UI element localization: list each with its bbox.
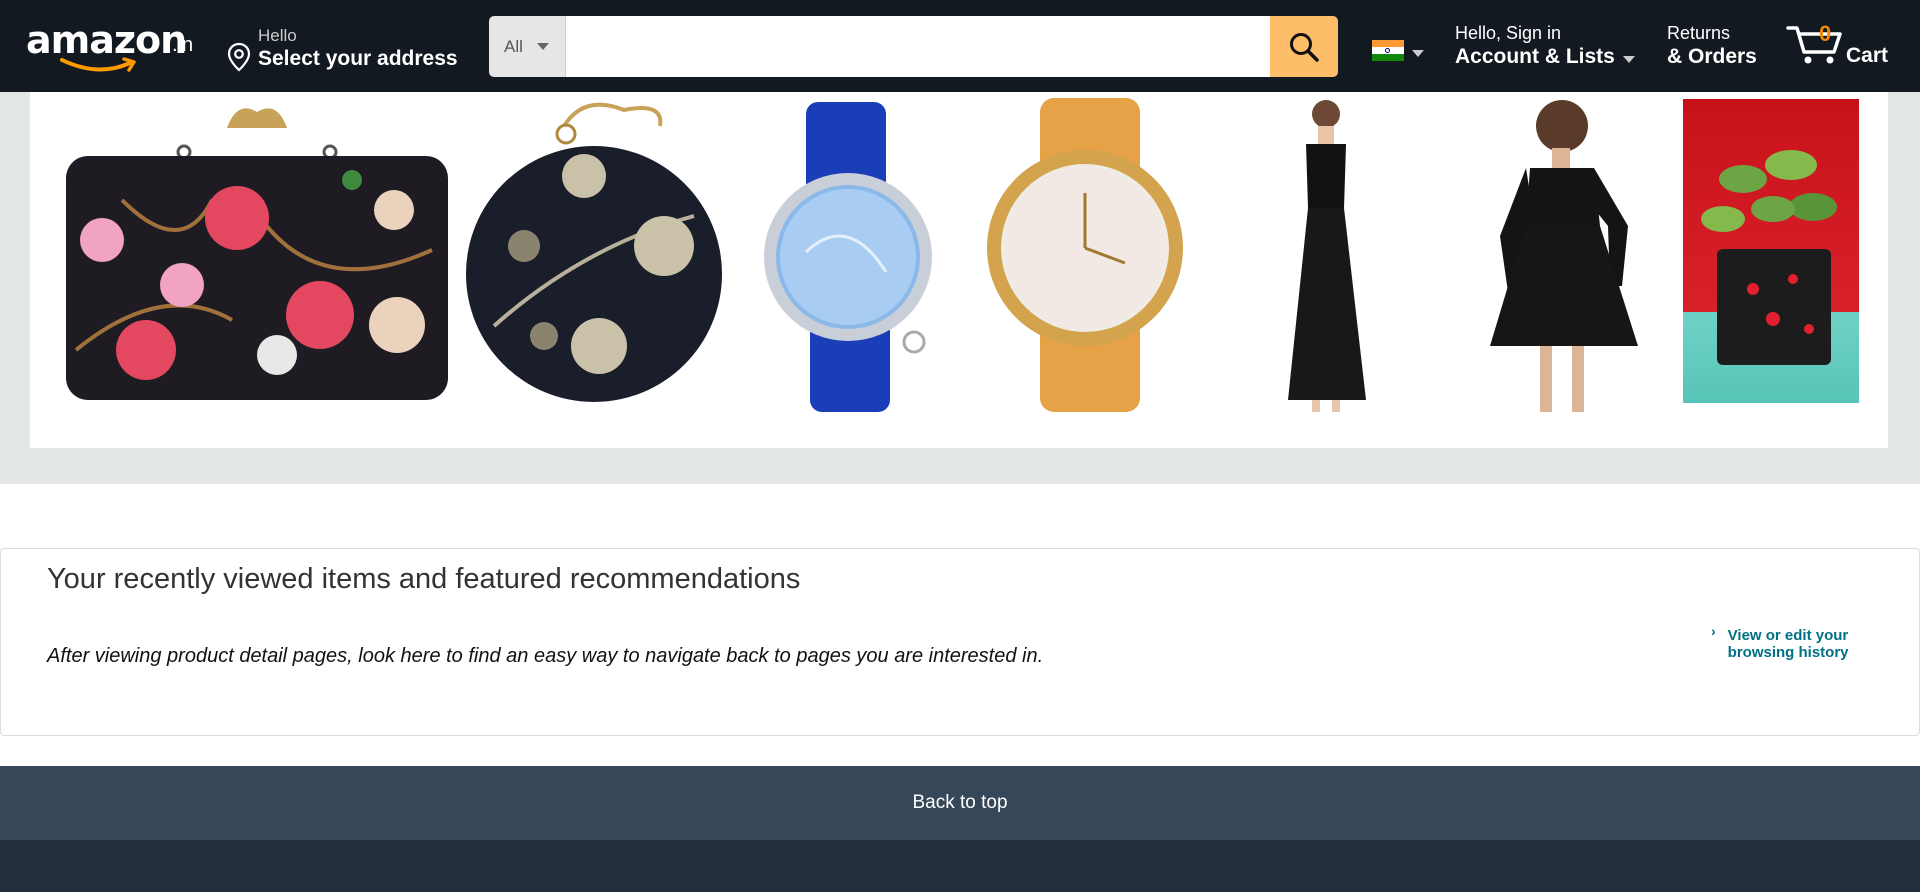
india-flag-icon bbox=[1372, 40, 1404, 61]
search-input[interactable] bbox=[566, 16, 1270, 77]
search-icon bbox=[1290, 32, 1319, 62]
search-button[interactable] bbox=[1270, 16, 1338, 77]
delivery-address-selector[interactable]: Hello Select your address bbox=[226, 20, 458, 72]
footer bbox=[0, 840, 1920, 892]
logo-suffix: .in bbox=[172, 34, 194, 56]
search-category-dropdown[interactable]: All bbox=[489, 16, 566, 77]
product-image-round-clutch[interactable] bbox=[464, 96, 724, 412]
product-image-floral-clutch[interactable] bbox=[62, 100, 452, 410]
returns-label: Returns bbox=[1667, 23, 1731, 43]
product-image-blue-watch[interactable] bbox=[756, 102, 946, 412]
recently-viewed-section: Your recently viewed items and featured … bbox=[0, 548, 1920, 736]
select-address-label: Select your address bbox=[258, 47, 458, 70]
back-to-top-label: Back to top bbox=[912, 792, 1008, 813]
account-and-lists-menu[interactable]: Hello, Sign in Account & Lists bbox=[1455, 22, 1635, 70]
product-image-plant-pot[interactable] bbox=[1683, 99, 1859, 403]
cart-button[interactable]: 0 Cart bbox=[1786, 16, 1896, 76]
product-image-maxi-dress[interactable] bbox=[1270, 96, 1380, 414]
cart-count: 0 bbox=[1819, 21, 1832, 46]
chevron-right-icon: › bbox=[1711, 623, 1716, 639]
search-bar: All bbox=[489, 16, 1338, 77]
language-selector[interactable] bbox=[1372, 40, 1424, 61]
back-to-top-button[interactable]: Back to top bbox=[0, 766, 1920, 840]
cart-icon bbox=[1786, 26, 1842, 64]
product-strip bbox=[30, 92, 1888, 448]
sign-in-greeting: Hello, Sign in bbox=[1455, 23, 1562, 43]
chevron-down-icon bbox=[1622, 55, 1635, 63]
account-lists-label: Account & Lists bbox=[1455, 45, 1615, 68]
browsing-history-label: View or edit your browsing history bbox=[1727, 627, 1849, 661]
recently-viewed-title: Your recently viewed items and featured … bbox=[47, 563, 801, 595]
recently-viewed-description: After viewing product detail pages, look… bbox=[47, 645, 1044, 667]
orders-label: & Orders bbox=[1667, 45, 1757, 68]
location-pin-icon bbox=[227, 42, 251, 72]
top-nav: amazon .in Hello Select your address All bbox=[0, 0, 1920, 92]
smile-arrow-icon bbox=[60, 57, 136, 72]
product-image-gold-watch[interactable] bbox=[985, 98, 1185, 412]
address-greeting: Hello bbox=[258, 26, 297, 45]
cart-label: Cart bbox=[1846, 44, 1889, 67]
browsing-history-link[interactable]: › View or edit your browsing history bbox=[1711, 623, 1858, 661]
amazon-logo[interactable]: amazon .in bbox=[26, 14, 206, 78]
chevron-down-icon bbox=[536, 43, 549, 50]
account-lists-row: Account & Lists bbox=[1455, 44, 1635, 70]
chevron-down-icon bbox=[1412, 50, 1424, 57]
product-image-skater-dress[interactable] bbox=[1470, 96, 1660, 414]
search-category-label: All bbox=[504, 36, 523, 56]
returns-orders-link[interactable]: Returns & Orders bbox=[1667, 22, 1757, 70]
